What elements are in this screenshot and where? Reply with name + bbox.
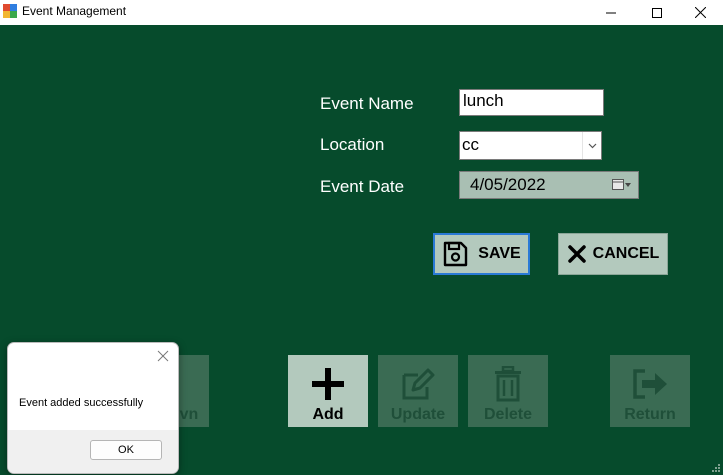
delete-label: Delete [483,406,533,423]
close-icon [694,7,706,18]
close-icon[interactable] [156,349,170,363]
maximize-button[interactable] [634,0,680,25]
message-dialog: Event added successfully OK [7,342,179,474]
delete-button[interactable]: Delete [468,355,548,427]
event-date-picker[interactable]: 4/05/2022 [459,171,639,199]
update-button[interactable]: Update [378,355,458,427]
x-mark-icon [567,245,586,263]
edit-icon [400,364,436,404]
update-label: Update [390,406,446,423]
add-button[interactable]: Add [288,355,368,427]
location-label: Location [320,135,385,154]
dialog-message: Event added successfully [19,397,144,409]
close-button[interactable] [677,0,723,25]
app-icon [3,4,17,18]
sign-out-icon [631,364,669,404]
plus-icon [311,364,345,404]
add-label: Add [312,406,344,423]
ok-button[interactable]: OK [90,440,162,460]
title-bar: Event Management [0,0,723,25]
calendar-icon[interactable] [612,178,632,192]
dropdown-arrow[interactable] [582,132,601,159]
trash-icon [493,364,523,404]
resize-grip-icon[interactable] [711,463,721,473]
dialog-footer: OK [8,430,178,473]
save-button[interactable]: SAVE [433,233,530,275]
return-label: Return [624,406,676,423]
cancel-label: CANCEL [592,245,660,262]
window-title: Event Management [22,4,127,18]
event-name-label: Event Name [320,94,414,113]
minimize-button[interactable] [588,0,634,25]
cancel-button[interactable]: CANCEL [558,233,668,275]
event-date-label: Event Date [320,177,405,196]
maximize-icon [652,7,662,18]
return-button[interactable]: Return [610,355,690,427]
minimize-icon [606,12,616,13]
event-name-input[interactable]: lunch [459,89,604,116]
save-label: SAVE [478,245,521,262]
location-combobox[interactable]: cc [459,131,602,160]
chevron-down-icon [588,143,596,148]
floppy-disk-icon [444,241,468,267]
event-date-value: 4/05/2022 [470,175,546,194]
location-value: cc [462,135,479,154]
